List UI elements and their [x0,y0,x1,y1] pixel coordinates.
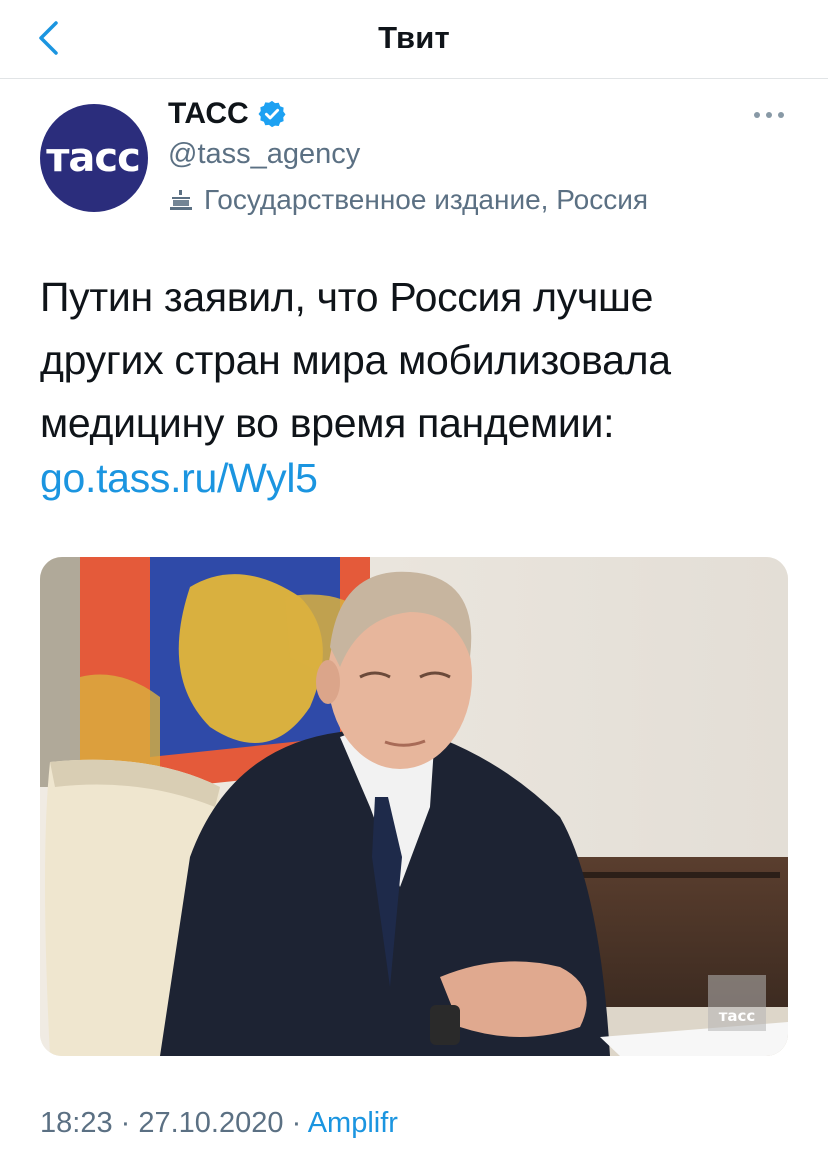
tweet-text-line: Путин заявил, что Россия лучше [40,274,654,320]
meta-separator: · [283,1107,308,1139]
page-title: Твит [378,20,450,55]
watermark-text: тасс [718,1007,756,1025]
tweet-text: Путин заявил, что Россия лучше других ст… [40,266,800,455]
avatar-logo-text: тасс [46,135,141,181]
more-horizontal-icon [754,112,784,118]
tweet-text-line: других стран мира мобилизовала [40,337,671,383]
government-building-icon [168,188,194,212]
photo-illustration [40,557,788,1056]
top-bar: Твит [0,0,828,79]
tweet-date: 27.10.2020 [138,1107,284,1139]
affiliation-text: Государственное издание, Россия [204,184,649,215]
tweet-source-link[interactable]: Amplifr [308,1107,398,1139]
tweet-text-line: медицину во время пандемии: [40,400,615,446]
tweet-link[interactable]: go.tass.ru/Wyl5 [40,455,318,502]
tweet-meta: 18:23 · 27.10.2020 · Amplifr [40,1107,398,1140]
author-handle[interactable]: @tass_agency [168,138,360,171]
author-name-text: ТАСС [168,97,249,130]
avatar[interactable]: тасс [40,104,148,212]
meta-separator: · [112,1107,139,1139]
tweet-photo[interactable]: тасс [40,557,788,1056]
affiliation-label: Государственное издание, Россия [168,184,648,216]
verified-badge-icon [257,99,287,129]
tweet-time: 18:23 [40,1107,113,1139]
watermark-logo: тасс [708,975,766,1031]
author-name[interactable]: ТАСС [168,97,287,131]
more-options-button[interactable] [748,100,790,130]
